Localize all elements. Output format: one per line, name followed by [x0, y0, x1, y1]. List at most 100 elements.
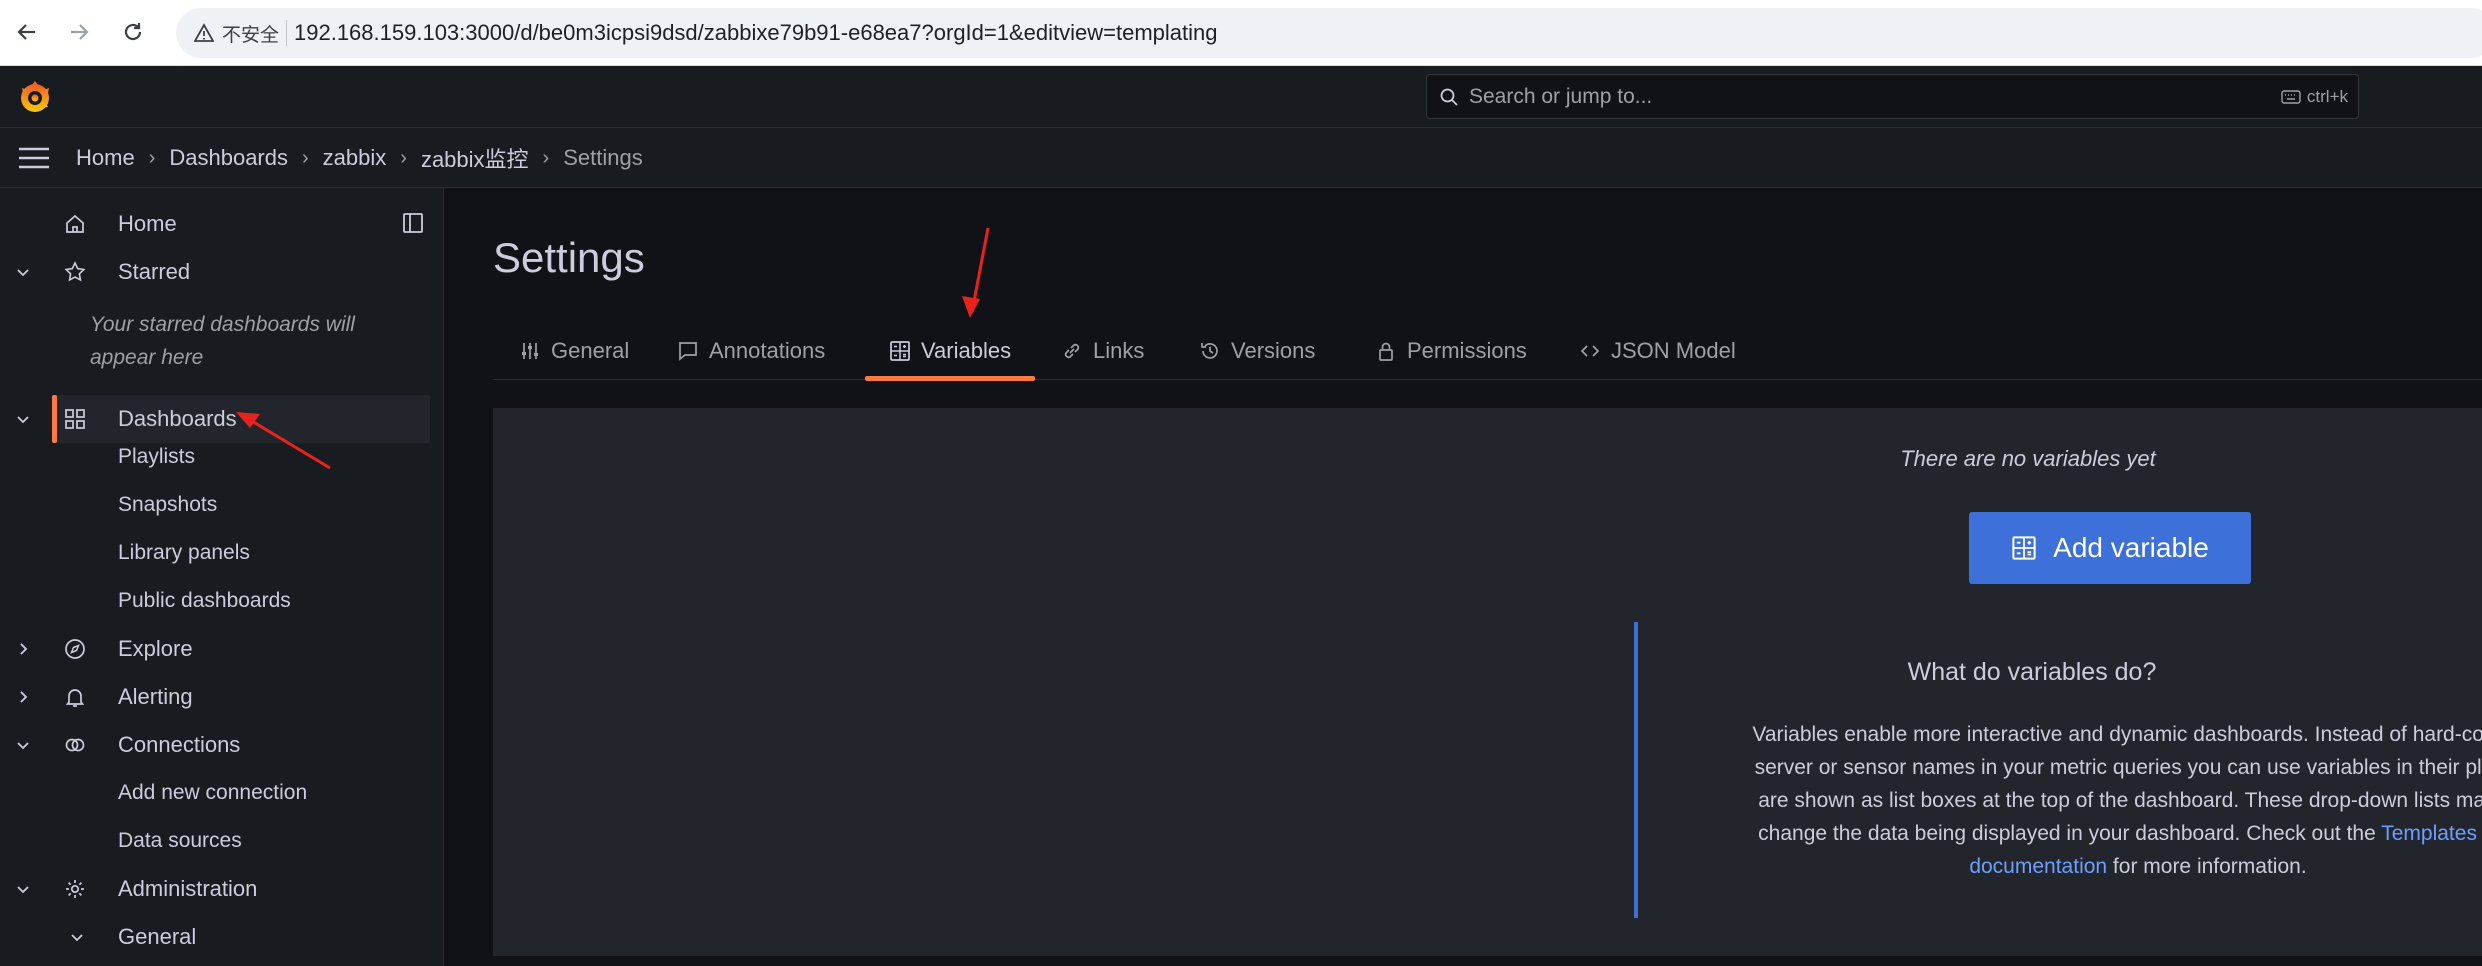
main-content: Settings General Annotations Variables L…: [444, 188, 2482, 966]
breadcrumb-folder[interactable]: zabbix: [323, 145, 387, 171]
templates-docs-link[interactable]: Templates and: [2381, 822, 2482, 845]
sidebar-item-library-panels[interactable]: Library panels: [118, 541, 250, 565]
tab-versions[interactable]: Versions: [1199, 322, 1315, 380]
grafana-topbar: Search or jump to... ctrl+k: [0, 66, 2482, 128]
back-icon[interactable]: [12, 17, 42, 47]
menu-icon[interactable]: [16, 145, 52, 171]
calculator-icon: [2012, 536, 2036, 560]
tab-links[interactable]: Links: [1061, 322, 1144, 380]
sidebar-item-label: Connections: [118, 732, 241, 757]
sidebar-item-public-dashboards[interactable]: Public dashboards: [118, 589, 291, 613]
warning-icon: [194, 23, 214, 42]
apps-icon: [65, 409, 85, 429]
sidebar-item-dashboards[interactable]: Dashboards: [52, 395, 430, 443]
grafana-logo-icon[interactable]: [16, 78, 54, 116]
starred-empty-message: Your starred dashboards will appear here: [90, 313, 355, 369]
info-line-text: for more information.: [2107, 855, 2307, 878]
info-line: documentation for more information.: [1682, 850, 2482, 883]
reload-icon[interactable]: [118, 17, 148, 47]
lock-icon: [1379, 342, 1393, 361]
security-chip[interactable]: 不安全: [184, 16, 291, 50]
keyboard-icon: [2281, 90, 2301, 104]
search-shortcut: ctrl+k: [2281, 84, 2348, 110]
sidebar-item-starred[interactable]: Starred: [0, 248, 430, 296]
chevron-down-icon[interactable]: [14, 263, 32, 281]
breadcrumb: Home › Dashboards › zabbix › zabbix监控 › …: [76, 128, 643, 188]
sidebar-item-label: Starred: [118, 259, 191, 284]
empty-state-text: There are no variables yet: [1900, 446, 2156, 471]
page-title: Settings: [493, 234, 645, 281]
info-line: are shown as list boxes at the top of th…: [1758, 789, 2482, 812]
sidebar-item-snapshots[interactable]: Snapshots: [118, 493, 217, 517]
breadcrumb-home[interactable]: Home: [76, 145, 135, 171]
breadcrumb-bar: Home › Dashboards › zabbix › zabbix监控 › …: [0, 128, 2482, 188]
sidebar-item-connections[interactable]: Connections: [0, 721, 430, 769]
sidebar-item-data-sources[interactable]: Data sources: [118, 829, 242, 853]
sidebar-item-label: General: [118, 924, 197, 949]
chevron-down-icon[interactable]: [14, 880, 32, 898]
chevron-down-icon[interactable]: [14, 736, 32, 754]
tab-annotations[interactable]: Annotations: [677, 322, 825, 380]
tab-label: JSON Model: [1611, 338, 1736, 363]
divider: [286, 20, 287, 46]
calculator-icon: [890, 341, 910, 361]
star-icon: [64, 261, 86, 282]
sidebar-item-administration[interactable]: Administration: [0, 865, 430, 913]
tab-json-model[interactable]: JSON Model: [1579, 322, 1736, 380]
settings-tabs: General Annotations Variables Links Vers…: [493, 322, 2482, 381]
templates-docs-link[interactable]: documentation: [1969, 855, 2107, 878]
breadcrumb-separator: ›: [400, 146, 407, 169]
active-indicator: [52, 395, 57, 443]
sidebar-item-add-new-connection[interactable]: Add new connection: [118, 781, 307, 805]
sidebar-item-playlists[interactable]: Playlists: [118, 445, 195, 469]
info-line: Variables enable more interactive and dy…: [1752, 723, 2482, 746]
security-label: 不安全: [222, 24, 280, 46]
tab-label: Variables: [921, 338, 1012, 363]
breadcrumb-dashboard[interactable]: zabbix监控: [421, 142, 529, 174]
home-icon: [66, 214, 84, 233]
sliders-icon: [522, 343, 538, 359]
compass-icon: [65, 639, 85, 659]
url-text[interactable]: 192.168.159.103:3000/d/be0m3icpsi9dsd/za…: [294, 8, 1217, 58]
sidebar-item-explore[interactable]: Explore: [0, 625, 430, 673]
forward-icon[interactable]: [64, 17, 94, 47]
sidebar-item-general[interactable]: General: [0, 913, 430, 961]
tab-label: Annotations: [709, 338, 826, 363]
breadcrumb-dashboards[interactable]: Dashboards: [169, 145, 288, 171]
add-variable-button[interactable]: Add variable: [1969, 512, 2251, 584]
search-placeholder: Search or jump to...: [1469, 85, 1653, 108]
sidebar-item-label: Home: [118, 211, 177, 236]
sidebar-item-label: Administration: [118, 876, 258, 901]
chevron-right-icon[interactable]: [14, 640, 32, 658]
tab-permissions[interactable]: Permissions: [1375, 322, 1527, 380]
sidebar-item-alerting[interactable]: Alerting: [0, 673, 430, 721]
code-icon: [1580, 345, 1600, 357]
active-tab-indicator: [865, 376, 1036, 381]
tab-variables[interactable]: Variables: [865, 322, 1036, 381]
breadcrumb-current: Settings: [563, 145, 643, 170]
info-line-text: change the data being displayed in your …: [1758, 822, 2382, 845]
info-line: change the data being displayed in your …: [1682, 817, 2482, 850]
sidebar-item-home[interactable]: Home: [0, 200, 430, 248]
sidebar-item-label: Alerting: [118, 684, 193, 709]
breadcrumb-separator: ›: [148, 146, 156, 169]
variables-info-box: What do variables do? Variables enable m…: [1634, 622, 2482, 918]
tab-label: Permissions: [1407, 338, 1527, 363]
connections-icon: [65, 738, 85, 752]
sidebar: Home Starred Your starred dashboards wil…: [0, 188, 444, 966]
sidebar-item-label: Dashboards: [118, 406, 237, 431]
tab-label: Versions: [1231, 338, 1316, 363]
info-line: server or sensor names in your metric qu…: [1754, 756, 2482, 779]
address-bar[interactable]: 不安全 192.168.159.103:3000/d/be0m3icpsi9ds…: [176, 8, 2482, 58]
breadcrumb-separator: ›: [302, 146, 309, 169]
search-input[interactable]: Search or jump to... ctrl+k: [1426, 74, 2359, 119]
history-icon: [1201, 343, 1218, 359]
tab-general[interactable]: General: [519, 322, 629, 380]
comment-icon: [679, 342, 697, 361]
chevron-right-icon[interactable]: [14, 688, 32, 706]
sidebar-item-label: Explore: [118, 636, 193, 661]
chevron-down-icon[interactable]: [14, 410, 32, 428]
tab-label: General: [551, 338, 630, 363]
variables-empty-panel: There are no variables yet Add variable …: [493, 408, 2482, 956]
chevron-down-icon[interactable]: [68, 928, 86, 946]
